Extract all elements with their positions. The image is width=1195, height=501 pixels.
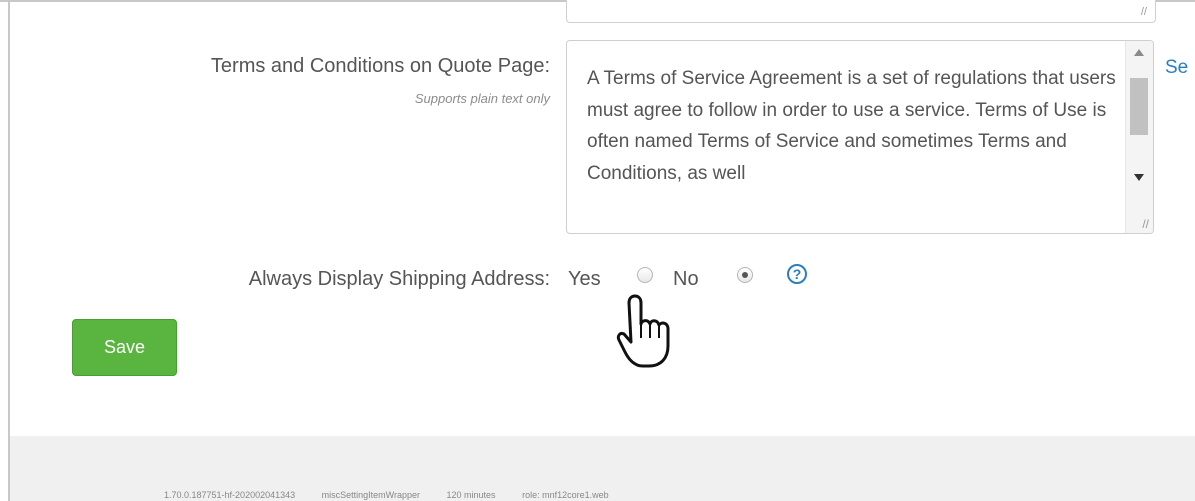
side-link[interactable]: Se <box>1165 57 1188 79</box>
save-button[interactable]: Save <box>72 319 177 376</box>
terms-label: Terms and Conditions on Quote Page: <box>210 55 550 77</box>
shipping-yes-label[interactable]: Yes <box>568 268 601 291</box>
pointer-hand-icon <box>616 294 670 368</box>
terms-textarea-value[interactable]: A Terms of Service Agreement is a set of… <box>587 63 1117 189</box>
help-icon[interactable]: ? <box>787 264 807 284</box>
scroll-thumb[interactable] <box>1130 78 1148 135</box>
footer-meta: 1.70.0.187751-hf-202002041343 miscSettin… <box>164 490 633 500</box>
footer-timeout: 120 minutes <box>446 490 496 500</box>
resize-grip-icon[interactable]: // <box>1142 217 1149 231</box>
shipping-yes-radio[interactable] <box>637 267 653 283</box>
shipping-no-label[interactable]: No <box>673 268 699 291</box>
footer-wrapper: miscSettingItemWrapper <box>321 490 421 500</box>
frame-border-left <box>8 0 10 501</box>
footer-build: 1.70.0.187751-hf-202002041343 <box>164 490 296 500</box>
terms-hint: Supports plain text only <box>414 91 550 106</box>
terms-textarea[interactable]: A Terms of Service Agreement is a set of… <box>566 40 1154 234</box>
footer-role: role: mnf12core1.web <box>522 490 609 500</box>
textarea-scrollbar[interactable] <box>1125 41 1153 233</box>
shipping-no-radio[interactable] <box>737 267 753 283</box>
shipping-label: Always Display Shipping Address: <box>248 268 550 290</box>
scroll-down-icon[interactable] <box>1134 174 1144 181</box>
resize-grip-icon[interactable]: // <box>1141 6 1147 18</box>
scroll-up-icon[interactable] <box>1134 49 1144 56</box>
previous-textarea[interactable]: // <box>566 0 1156 23</box>
